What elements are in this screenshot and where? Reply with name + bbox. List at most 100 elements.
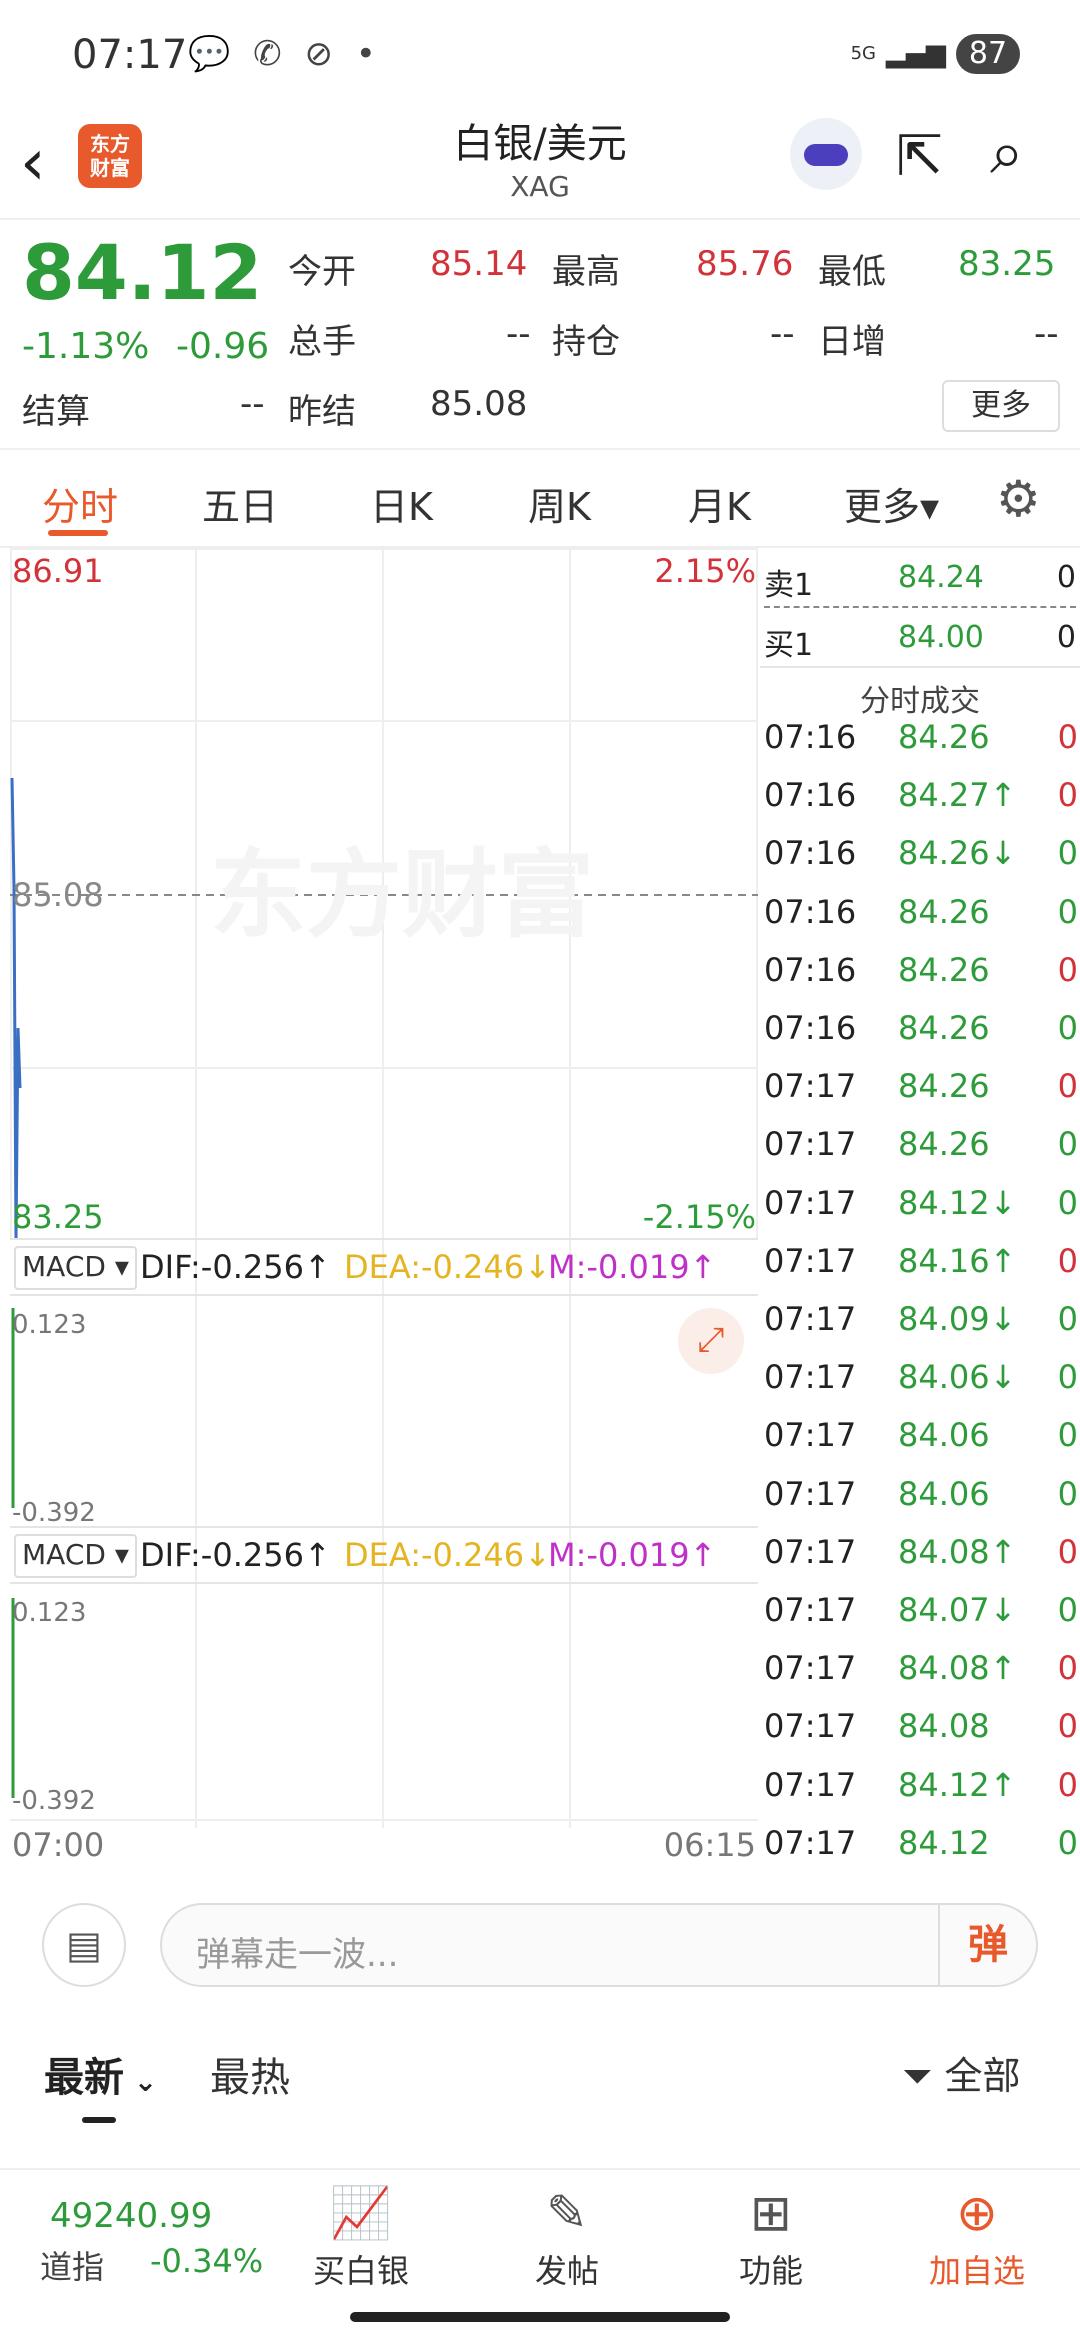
trade-price: 84.26 bbox=[898, 1067, 990, 1106]
x-end: 06:15 bbox=[663, 1826, 756, 1864]
ask-label: 卖1 bbox=[764, 568, 814, 603]
trade-volume: 0 bbox=[1057, 1125, 1078, 1164]
trade-row: 07:17 84.12↓ 0 bbox=[764, 1184, 1078, 1242]
search-icon[interactable]: ⌕ bbox=[990, 118, 1024, 188]
y-low: 83.25 bbox=[12, 1198, 104, 1236]
filter-icon: ⏷ bbox=[902, 2054, 933, 2098]
trade-volume: 0 bbox=[1057, 1649, 1078, 1688]
home-indicator[interactable] bbox=[350, 2312, 730, 2322]
gear-icon[interactable]: ⚙ bbox=[996, 470, 1041, 528]
trade-price: 84.26 bbox=[898, 1009, 990, 1047]
spread-divider bbox=[764, 606, 1076, 608]
dea-value: DEA:-0.246↓ bbox=[344, 1248, 551, 1286]
buy-silver-button[interactable]: 📈 买白银 bbox=[286, 2180, 436, 2292]
trade-row: 07:17 84.06↓ 0 bbox=[764, 1358, 1078, 1416]
trade-price: 84.08 bbox=[898, 1707, 990, 1746]
y-low-pct: -2.15% bbox=[642, 1198, 756, 1236]
nav-label: 发帖 bbox=[534, 2252, 599, 2290]
trade-row: 07:16 84.26 0 bbox=[764, 718, 1078, 776]
x-start: 07:00 bbox=[12, 1826, 105, 1864]
nav-label: 加自选 bbox=[928, 2252, 1025, 2290]
tab-intraday[interactable]: 分时 bbox=[42, 476, 118, 531]
add-circle-icon: ⊕ bbox=[956, 2184, 998, 2242]
tab-latest[interactable]: 最新 ⌄ bbox=[44, 2045, 157, 2103]
indicator-name: MACD bbox=[22, 1538, 106, 1571]
tab-more[interactable]: 更多▾ bbox=[844, 476, 939, 531]
share-icon[interactable]: ⇱ bbox=[896, 124, 943, 189]
tab-hot[interactable]: 最热 bbox=[210, 2045, 290, 2103]
back-icon[interactable]: ‹ bbox=[20, 128, 46, 198]
trade-price: 84.26 bbox=[898, 950, 990, 989]
trade-price: 84.08↑ bbox=[898, 1649, 1017, 1688]
clock: 07:17 bbox=[72, 32, 188, 78]
tab-daily-k[interactable]: 日K bbox=[370, 476, 433, 531]
trade-time: 07:17 bbox=[764, 1358, 857, 1397]
trade-row: 07:16 84.27↑ 0 bbox=[764, 776, 1078, 834]
low-label: 最低 bbox=[818, 252, 886, 292]
danmu-toggle-button[interactable]: 弹 bbox=[938, 1905, 1036, 1985]
assistant-robot-icon[interactable] bbox=[790, 118, 862, 190]
trade-time: 07:17 bbox=[764, 1765, 857, 1804]
y-mid: 85.08 bbox=[12, 876, 104, 914]
functions-button[interactable]: ⊞ 功能 bbox=[696, 2180, 846, 2292]
trade-volume: 0 bbox=[1057, 1765, 1078, 1804]
trade-time: 07:17 bbox=[764, 1823, 857, 1862]
trade-row: 07:17 84.06 0 bbox=[764, 1416, 1078, 1474]
ask-price: 84.24 bbox=[898, 560, 984, 595]
trade-volume: 0 bbox=[1057, 1300, 1078, 1338]
logo-text: 财富 bbox=[90, 156, 130, 180]
trade-time: 07:16 bbox=[764, 950, 857, 989]
trade-volume: 0 bbox=[1057, 776, 1078, 815]
trade-volume: 0 bbox=[1057, 1823, 1078, 1862]
change-amount: -0.96 bbox=[176, 326, 270, 367]
intraday-chart[interactable]: 东方财富 86.91 2.15% 85.08 83.25 -2.15% MACD… bbox=[10, 548, 758, 1873]
trade-price: 84.08↑ bbox=[898, 1532, 1017, 1571]
trade-time: 07:16 bbox=[764, 718, 857, 756]
prev-settle-value: 85.08 bbox=[430, 384, 528, 424]
indicator-selector[interactable]: MACD ▾ bbox=[14, 1246, 137, 1290]
trade-time: 07:17 bbox=[764, 1300, 857, 1338]
app-logo[interactable]: 东方 财富 bbox=[78, 124, 142, 188]
trade-time: 07:16 bbox=[764, 834, 857, 873]
trade-volume: 0 bbox=[1057, 1532, 1078, 1571]
expand-icon[interactable]: ⤢ bbox=[678, 1308, 744, 1374]
trade-row: 07:16 84.26↓ 0 bbox=[764, 834, 1078, 892]
price-line bbox=[10, 777, 22, 1239]
more-button[interactable]: 更多 bbox=[942, 380, 1060, 432]
indicator-selector[interactable]: MACD ▾ bbox=[14, 1534, 137, 1578]
add-watchlist-button[interactable]: ⊕ 加自选 bbox=[902, 2180, 1052, 2292]
y-high: 86.91 bbox=[12, 552, 104, 590]
trade-price: 84.26↓ bbox=[898, 834, 1017, 873]
bottom-bar: 49240.99 道指 -0.34% 📈 买白银 ✎ 发帖 ⊞ 功能 ⊕ 加自选 bbox=[0, 2168, 1080, 2300]
trade-row: 07:17 84.08↑ 0 bbox=[764, 1649, 1078, 1707]
m-value: M:-0.019↑ bbox=[548, 1536, 717, 1574]
trade-volume: 0 bbox=[1057, 1067, 1078, 1106]
post-button[interactable]: ✎ 发帖 bbox=[492, 2180, 642, 2292]
active-feed-indicator bbox=[82, 2117, 116, 2123]
trade-price: 84.26 bbox=[898, 892, 990, 931]
macd-bottom: -0.392 bbox=[12, 1498, 96, 1528]
header: 白银/美元 XAG ‹ 东方 财富 ⇱ ⌕ bbox=[0, 110, 1080, 220]
danmu-settings-icon[interactable]: ▤ bbox=[42, 1903, 126, 1987]
active-tab-indicator bbox=[48, 530, 108, 536]
trade-time: 07:17 bbox=[764, 1532, 857, 1571]
tab-weekly-k[interactable]: 周K bbox=[528, 476, 591, 531]
volume-value: -- bbox=[506, 314, 531, 354]
status-bar: 07:17 💬 ✆ ⊘ • 5G ▂▄▆ 87 bbox=[0, 0, 1080, 110]
daily-inc-label: 日增 bbox=[818, 322, 886, 362]
trade-volume: 0 bbox=[1057, 834, 1078, 873]
trades-title: 分时成交 bbox=[860, 684, 980, 719]
tab-five-day[interactable]: 五日 bbox=[202, 476, 278, 531]
trade-time: 07:17 bbox=[764, 1241, 857, 1280]
divider bbox=[760, 666, 1080, 668]
dif-value: DIF:-0.256↑ bbox=[140, 1536, 331, 1574]
tab-monthly-k[interactable]: 月K bbox=[688, 476, 751, 531]
trade-volume: 0 bbox=[1057, 1416, 1078, 1455]
trade-row: 07:17 84.26 0 bbox=[764, 1125, 1078, 1183]
danmu-input[interactable]: 弹幕走一波... 弹 bbox=[160, 1903, 1038, 1987]
filter-button[interactable]: ⏷ 全部 bbox=[902, 2045, 1021, 2100]
trade-volume: 0 bbox=[1057, 1474, 1078, 1513]
macd-top: 0.123 bbox=[12, 1598, 87, 1628]
trade-volume: 0 bbox=[1057, 892, 1078, 931]
trade-time: 07:17 bbox=[764, 1416, 857, 1455]
